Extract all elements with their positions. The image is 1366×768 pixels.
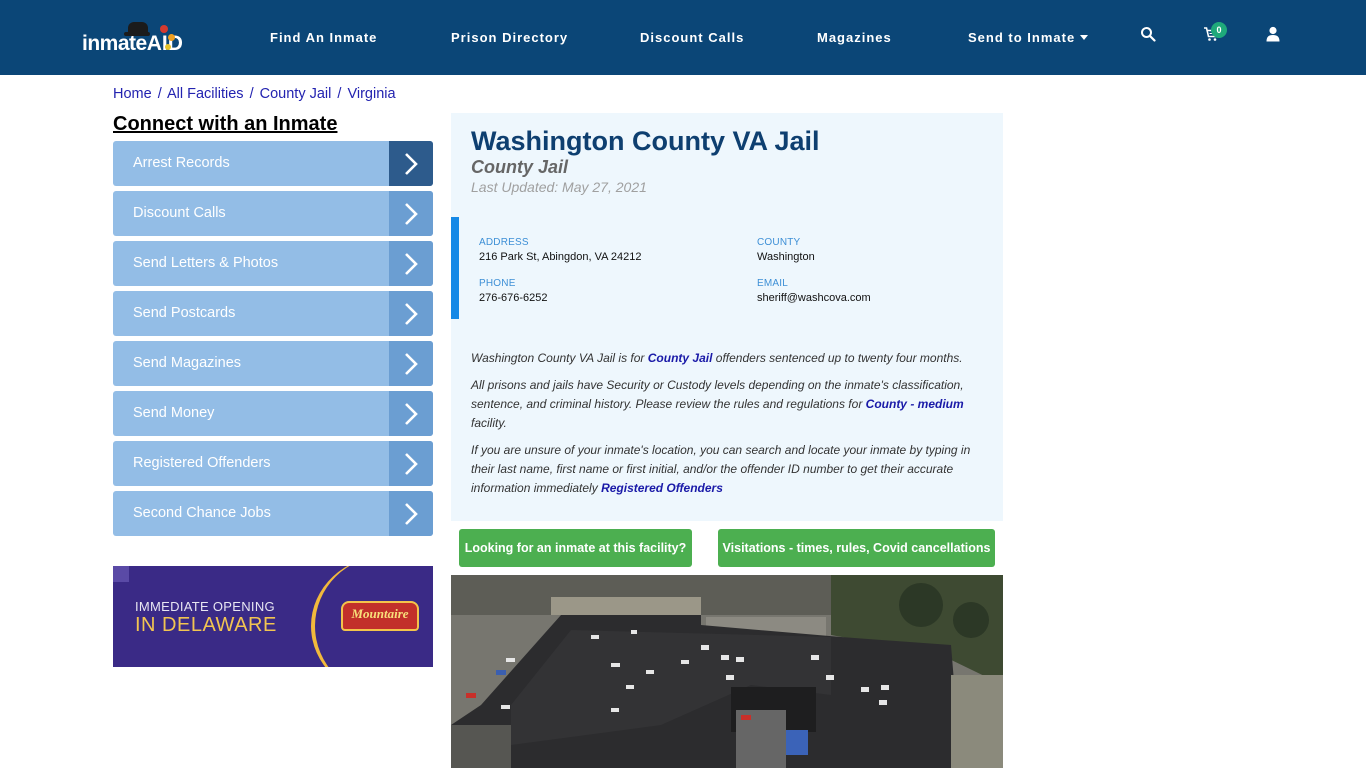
sidebar-item-label: Discount Calls <box>133 205 226 221</box>
nav-send-to-inmate[interactable]: Send to Inmate <box>968 30 1089 45</box>
last-updated: Last Updated: May 27, 2021 <box>471 179 647 195</box>
logo-leaf-icon <box>160 25 168 33</box>
user-icon <box>1266 26 1280 42</box>
top-navbar: inmate AID Find An Inmate Prison Director… <box>0 0 1366 75</box>
logo-hat-brim-icon <box>124 32 150 36</box>
logo-leaf-icon <box>165 44 171 50</box>
facility-card: Washington County VA Jail County Jail La… <box>451 113 1003 521</box>
address-value: 216 Park St, Abingdon, VA 24212 <box>479 251 642 263</box>
facility-aerial-image <box>451 575 1003 768</box>
registered-offenders-link[interactable]: Registered Offenders <box>601 481 723 495</box>
sidebar-item-send-money[interactable]: Send Money <box>113 391 433 436</box>
sidebar-item-label: Second Chance Jobs <box>133 505 271 521</box>
ad-brand-logo: Mountaire <box>341 601 419 631</box>
description-paragraph: Washington County VA Jail is for County … <box>471 349 986 368</box>
breadcrumb-virginia[interactable]: Virginia <box>347 86 395 102</box>
description-text: offenders sentenced up to twenty four mo… <box>712 351 963 365</box>
description-text: Washington County VA Jail is for <box>471 351 648 365</box>
aerial-photo-graphic <box>451 575 1003 768</box>
logo-leaf-icon <box>168 34 175 41</box>
address-label: ADDRESS <box>479 237 529 248</box>
breadcrumb-separator: / <box>337 86 342 102</box>
visitations-button[interactable]: Visitations - times, rules, Covid cancel… <box>718 529 995 567</box>
search-button[interactable] <box>1140 26 1160 46</box>
county-value: Washington <box>757 251 815 263</box>
sidebar-item-label: Send Money <box>133 405 215 421</box>
nav-magazines[interactable]: Magazines <box>817 30 892 45</box>
nav-discount-calls[interactable]: Discount Calls <box>640 30 744 45</box>
find-inmate-at-facility-button[interactable]: Looking for an inmate at this facility? <box>459 529 692 567</box>
description-paragraph: All prisons and jails have Security or C… <box>471 376 986 433</box>
chevron-right-icon <box>389 141 433 186</box>
facility-info: ADDRESS 216 Park St, Abingdon, VA 24212 … <box>451 217 1003 319</box>
sidebar-item-second-chance-jobs[interactable]: Second Chance Jobs <box>113 491 433 536</box>
logo-text: inmate <box>82 32 147 55</box>
breadcrumb: Home / All Facilities / County Jail / Vi… <box>113 86 396 102</box>
chevron-right-icon <box>389 241 433 286</box>
county-medium-link[interactable]: County - medium <box>866 397 964 411</box>
county-jail-link[interactable]: County Jail <box>648 351 713 365</box>
sidebar-item-registered-offenders[interactable]: Registered Offenders <box>113 441 433 486</box>
caret-down-icon <box>1080 35 1089 40</box>
chevron-right-icon <box>389 391 433 436</box>
ad-decoration <box>113 566 129 582</box>
email-value[interactable]: sheriff@washcova.com <box>757 292 871 304</box>
facility-title: Washington County VA Jail <box>471 126 820 156</box>
county-label: COUNTY <box>757 237 801 248</box>
chevron-right-icon <box>389 341 433 386</box>
facility-type: County Jail <box>471 157 569 177</box>
breadcrumb-county-jail[interactable]: County Jail <box>260 86 332 102</box>
chevron-right-icon <box>389 491 433 536</box>
facility-description: Washington County VA Jail is for County … <box>471 349 986 506</box>
accent-bar <box>451 217 459 319</box>
ad-subheadline: IN DELAWARE <box>135 614 277 636</box>
breadcrumb-all-facilities[interactable]: All Facilities <box>167 86 244 102</box>
chevron-right-icon <box>389 441 433 486</box>
sidebar-item-send-letters-photos[interactable]: Send Letters & Photos <box>113 241 433 286</box>
description-text: facility. <box>471 416 507 430</box>
description-paragraph: If you are unsure of your inmate's locat… <box>471 441 986 498</box>
email-label: EMAIL <box>757 278 789 289</box>
phone-value[interactable]: 276-676-6252 <box>479 292 548 304</box>
nav-send-to-inmate-label: Send to Inmate <box>968 30 1076 45</box>
sidebar-item-label: Arrest Records <box>133 155 230 171</box>
sidebar-title: Connect with an Inmate <box>113 113 338 135</box>
search-icon <box>1141 27 1156 42</box>
ad-headline: IMMEDIATE OPENING <box>135 599 275 614</box>
ad-banner[interactable]: IMMEDIATE OPENING IN DELAWARE Mountaire <box>113 566 433 667</box>
ad-brand-name: Mountaire <box>351 606 409 621</box>
breadcrumb-separator: / <box>157 86 162 102</box>
sidebar-item-label: Send Magazines <box>133 355 242 371</box>
cart-count-badge: 0 <box>1211 22 1227 38</box>
sidebar-item-label: Registered Offenders <box>133 455 271 471</box>
phone-label: PHONE <box>479 278 516 289</box>
account-button[interactable] <box>1266 26 1286 46</box>
sidebar-menu: Arrest Records Discount Calls Send Lette… <box>113 141 433 541</box>
sidebar-item-send-postcards[interactable]: Send Postcards <box>113 291 433 336</box>
sidebar-item-arrest-records[interactable]: Arrest Records <box>113 141 433 186</box>
breadcrumb-separator: / <box>249 86 254 102</box>
sidebar-item-label: Send Letters & Photos <box>133 255 279 271</box>
breadcrumb-home[interactable]: Home <box>113 86 152 102</box>
nav-prison-directory[interactable]: Prison Directory <box>451 30 568 45</box>
sidebar-item-discount-calls[interactable]: Discount Calls <box>113 191 433 236</box>
chevron-right-icon <box>389 191 433 236</box>
sidebar-item-label: Send Postcards <box>133 305 236 321</box>
chevron-right-icon <box>389 291 433 336</box>
sidebar-item-send-magazines[interactable]: Send Magazines <box>113 341 433 386</box>
nav-find-an-inmate[interactable]: Find An Inmate <box>270 30 377 45</box>
logo-accent: AID <box>146 32 183 55</box>
